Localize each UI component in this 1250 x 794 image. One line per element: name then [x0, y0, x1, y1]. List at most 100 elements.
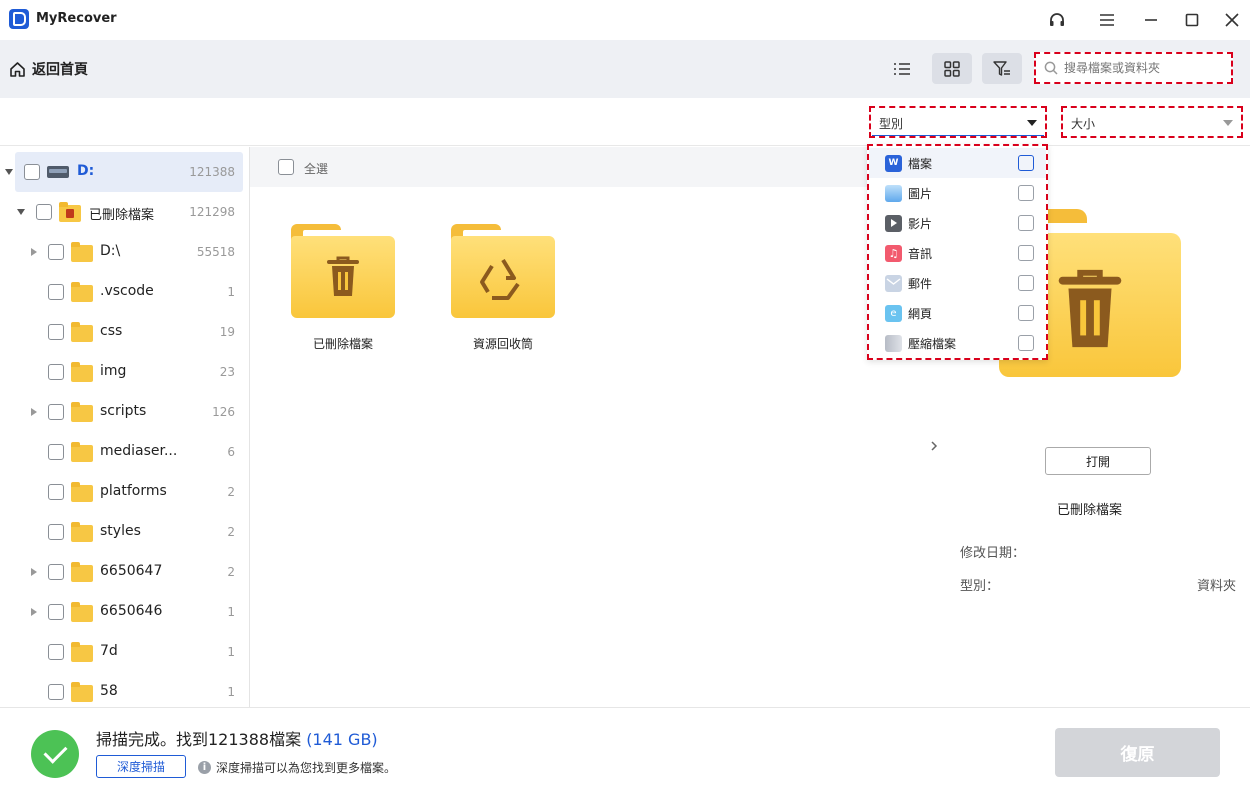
- folder-tile-recycle-bin[interactable]: [451, 224, 555, 349]
- tree-item-folder[interactable]: scripts 126: [0, 392, 249, 432]
- tree-item-folder[interactable]: D:\ 55518: [0, 232, 249, 272]
- folder-icon: [71, 442, 93, 462]
- type-filter-select[interactable]: 型別: [869, 106, 1047, 138]
- tree-item-checkbox[interactable]: [48, 684, 64, 700]
- tree-item-folder[interactable]: platforms 2: [0, 472, 249, 512]
- type-option-checkbox[interactable]: [1018, 305, 1034, 321]
- type-option-checkbox[interactable]: [1018, 155, 1034, 171]
- type-option-videos[interactable]: 影片: [869, 208, 1046, 238]
- caret-down-icon: [1027, 120, 1037, 126]
- tree-item-folder[interactable]: 6650647 2: [0, 552, 249, 592]
- filter-button[interactable]: [982, 53, 1022, 84]
- tree-item-checkbox[interactable]: [36, 204, 52, 220]
- webpage-icon: e: [885, 304, 902, 322]
- tree-item-drive-d[interactable]: D: 121388: [0, 152, 249, 192]
- tree-item-checkbox[interactable]: [48, 364, 64, 380]
- search-input[interactable]: [1064, 61, 1224, 75]
- app-title: MyRecover: [36, 11, 117, 26]
- grid-view-button[interactable]: [932, 53, 972, 84]
- tree-item-checkbox[interactable]: [48, 404, 64, 420]
- deep-scan-button[interactable]: 深度掃描: [96, 755, 186, 778]
- search-box[interactable]: [1034, 52, 1233, 84]
- expand-arrow-icon[interactable]: [17, 209, 25, 215]
- type-option-archives[interactable]: 壓縮檔案: [869, 328, 1046, 358]
- tree-item-folder[interactable]: 7d 1: [0, 632, 249, 672]
- type-option-images[interactable]: 圖片: [869, 178, 1046, 208]
- tree-item-checkbox[interactable]: [48, 524, 64, 540]
- close-icon[interactable]: [1220, 8, 1244, 32]
- folder-icon: [71, 322, 93, 342]
- size-filter-select[interactable]: 大小: [1061, 106, 1243, 138]
- search-icon: [1044, 61, 1058, 75]
- type-option-mail[interactable]: 郵件: [869, 268, 1046, 298]
- tree-item-checkbox[interactable]: [24, 164, 40, 180]
- recover-button[interactable]: 復原: [1055, 728, 1220, 777]
- folder-icon: [71, 402, 93, 422]
- select-all-checkbox[interactable]: [278, 159, 294, 175]
- deleted-folder-icon: [59, 202, 81, 222]
- tree-item-deleted-files[interactable]: 已刪除檔案 121298: [0, 192, 249, 232]
- minimize-icon[interactable]: [1139, 8, 1163, 32]
- expand-arrow-icon[interactable]: [31, 248, 37, 256]
- video-icon: [885, 214, 902, 232]
- type-option-checkbox[interactable]: [1018, 335, 1034, 351]
- tree-item-label: .vscode: [100, 283, 154, 299]
- type-option-label: 音訊: [908, 246, 933, 261]
- tree-item-label: D:\: [100, 243, 121, 259]
- tree-item-folder[interactable]: mediaser... 6: [0, 432, 249, 472]
- tree-item-folder[interactable]: 6650646 1: [0, 592, 249, 632]
- tree-item-checkbox[interactable]: [48, 644, 64, 660]
- home-button[interactable]: 返回首頁: [9, 59, 88, 79]
- tree-item-folder[interactable]: .vscode 1: [0, 272, 249, 312]
- tree-item-checkbox[interactable]: [48, 324, 64, 340]
- tree-item-checkbox[interactable]: [48, 604, 64, 620]
- tree-item-count: 121298: [189, 205, 235, 219]
- expand-arrow-icon[interactable]: [5, 169, 13, 175]
- tree-item-checkbox[interactable]: [48, 564, 64, 580]
- tree-item-checkbox[interactable]: [48, 284, 64, 300]
- tree-item-checkbox[interactable]: [48, 444, 64, 460]
- tree-item-checkbox[interactable]: [48, 484, 64, 500]
- tree-item-count: 1: [227, 685, 235, 699]
- folder-tile-deleted[interactable]: [291, 224, 395, 349]
- type-value: 資料夾: [1196, 579, 1236, 594]
- scan-complete-text: 掃描完成。找到121388檔案: [96, 730, 302, 749]
- folder-tree: D: 121388 已刪除檔案 121298 D:\ 55518 .vscode…: [0, 147, 250, 707]
- type-option-webpages[interactable]: e 網頁: [869, 298, 1046, 328]
- maximize-icon[interactable]: [1180, 8, 1204, 32]
- type-option-checkbox[interactable]: [1018, 185, 1034, 201]
- tree-item-count: 19: [219, 325, 235, 339]
- type-filter-label: 型別: [879, 117, 904, 131]
- support-headset-icon[interactable]: [1045, 8, 1069, 32]
- status-bar: 掃描完成。找到121388檔案 (141 GB) 深度掃描 i 深度掃描可以為您…: [0, 707, 1250, 794]
- open-button[interactable]: 打開: [1045, 447, 1151, 475]
- tree-item-folder[interactable]: img 23: [0, 352, 249, 392]
- mail-icon: [885, 274, 902, 292]
- type-option-checkbox[interactable]: [1018, 245, 1034, 261]
- recycle-folder-icon: [451, 224, 555, 318]
- tree-item-count: 1: [227, 645, 235, 659]
- type-option-audio[interactable]: ♫ 音訊: [869, 238, 1046, 268]
- type-option-label: 網頁: [908, 306, 933, 321]
- type-option-checkbox[interactable]: [1018, 215, 1034, 231]
- tree-item-count: 2: [227, 565, 235, 579]
- expand-arrow-icon[interactable]: [31, 408, 37, 416]
- tree-item-folder[interactable]: 58 1: [0, 672, 249, 707]
- expand-arrow-icon[interactable]: [31, 568, 37, 576]
- tree-item-count: 1: [227, 285, 235, 299]
- deep-scan-hint-text: 深度掃描可以為您找到更多檔案。: [216, 761, 397, 775]
- tree-item-folder[interactable]: styles 2: [0, 512, 249, 552]
- type-option-label: 郵件: [908, 276, 933, 291]
- tree-item-folder[interactable]: css 19: [0, 312, 249, 352]
- word-doc-icon: W: [885, 154, 902, 172]
- type-option-documents[interactable]: W 檔案: [869, 148, 1046, 178]
- tree-item-checkbox[interactable]: [48, 244, 64, 260]
- menu-icon[interactable]: [1095, 8, 1119, 32]
- type-option-checkbox[interactable]: [1018, 275, 1034, 291]
- list-view-button[interactable]: [882, 53, 922, 84]
- scan-complete-message: 掃描完成。找到121388檔案 (141 GB): [96, 726, 378, 750]
- tree-item-label: scripts: [100, 403, 147, 419]
- folder-icon: [71, 282, 93, 302]
- expand-arrow-icon[interactable]: [31, 608, 37, 616]
- tree-item-count: 121388: [189, 165, 235, 179]
